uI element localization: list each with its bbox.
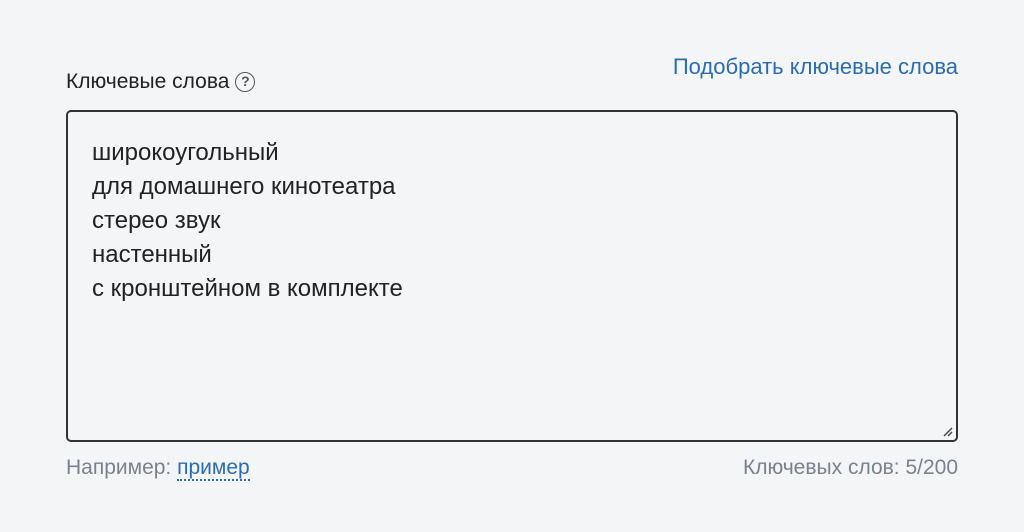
- field-label: Ключевые слова: [66, 70, 230, 93]
- keyword-line: для домашнего кинотеатра: [92, 173, 396, 200]
- keyword-line: с кронштейном в комплекте: [92, 275, 403, 302]
- suggest-keywords-link[interactable]: Подобрать ключевые слова: [673, 54, 958, 80]
- example-prefix: Например:: [66, 456, 172, 479]
- keywords-textarea[interactable]: широкоугольный для домашнего кинотеатра …: [66, 110, 958, 442]
- field-footer: Например: пример Ключевых слов: 5/200: [66, 456, 958, 496]
- keyword-line: широкоугольный: [92, 139, 279, 166]
- keyword-line: стерео звук: [92, 207, 221, 234]
- help-icon[interactable]: ?: [235, 72, 256, 92]
- keywords-field: Ключевые слова ? Подобрать ключевые слов…: [66, 54, 958, 496]
- field-header: Ключевые слова ? Подобрать ключевые слов…: [66, 54, 958, 110]
- label-wrap: Ключевые слова ?: [66, 70, 256, 94]
- resize-handle-icon[interactable]: [941, 425, 953, 437]
- keywords-lines: широкоугольный для домашнего кинотеатра …: [92, 136, 932, 306]
- example-hint: Например: пример: [66, 456, 250, 481]
- example-link[interactable]: пример: [177, 456, 250, 481]
- keyword-counter: Ключевых слов: 5/200: [742, 456, 958, 479]
- keyword-line: настенный: [92, 241, 212, 268]
